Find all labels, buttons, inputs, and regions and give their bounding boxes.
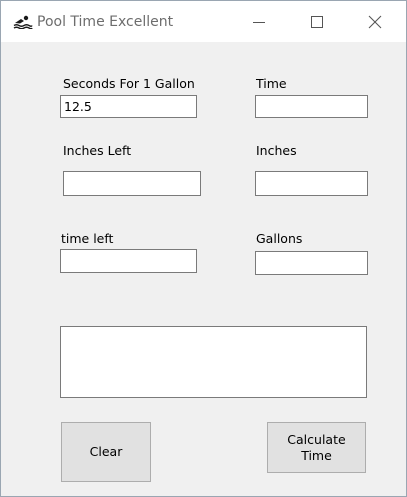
swimmer-icon [13, 14, 33, 30]
seconds-per-gallon-input[interactable] [60, 95, 197, 118]
window-title: Pool Time Excellent [37, 14, 174, 30]
output-textbox[interactable] [60, 326, 367, 398]
title-bar[interactable]: Pool Time Excellent [1, 1, 406, 42]
seconds-per-gallon-label: Seconds For 1 Gallon [63, 76, 195, 91]
gallons-label: Gallons [256, 231, 303, 246]
minimize-button[interactable] [230, 1, 288, 42]
app-window: Pool Time Excellent Seconds For 1 Gallon… [0, 0, 407, 497]
time-left-input[interactable] [60, 249, 197, 273]
calculate-time-button[interactable]: Calculate Time [267, 422, 366, 473]
inches-left-label: Inches Left [63, 143, 132, 158]
time-left-label: time left [61, 231, 114, 246]
close-icon [368, 15, 382, 29]
maximize-button[interactable] [288, 1, 346, 42]
inches-left-input[interactable] [63, 171, 201, 196]
minimize-icon [253, 22, 265, 23]
time-input[interactable] [255, 95, 368, 118]
clear-button[interactable]: Clear [61, 422, 151, 482]
gallons-input[interactable] [255, 251, 368, 275]
inches-input[interactable] [255, 171, 368, 196]
maximize-icon [311, 16, 323, 28]
time-label: Time [256, 76, 287, 91]
close-button[interactable] [346, 1, 404, 42]
inches-label: Inches [256, 143, 297, 158]
